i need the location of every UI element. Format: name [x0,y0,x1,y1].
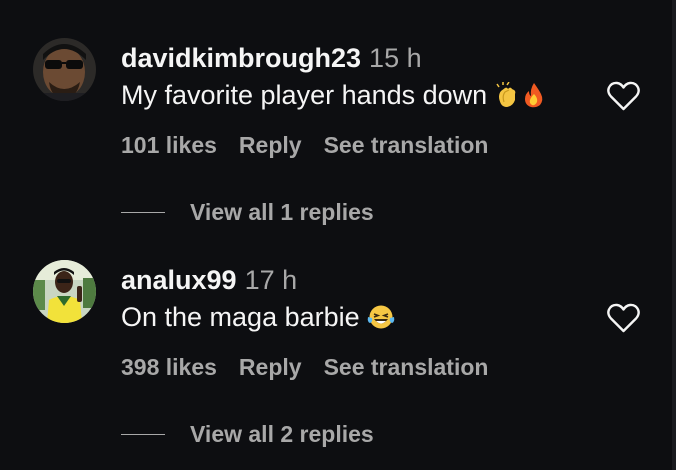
heart-outline-icon[interactable] [607,81,640,111]
replies-divider-line [121,434,165,435]
comment-actions: 398 likes Reply See translation [121,353,510,381]
comment-text: On the maga barbie [121,301,395,337]
heart-outline-icon[interactable] [607,303,640,333]
comment-header: analux99 17 h [121,264,297,296]
laughing-tears-icon [367,304,395,337]
see-translation-button[interactable]: See translation [324,132,489,158]
comment-body: On the maga barbie [121,302,360,332]
comment-body: My favorite player hands down [121,80,488,110]
likes-count[interactable]: 101 likes [121,132,217,158]
view-replies-label[interactable]: View all 2 replies [190,420,374,448]
clapping-hands-icon [495,81,521,115]
avatar[interactable] [33,260,96,323]
timestamp: 17 h [244,265,298,295]
comment-actions: 101 likes Reply See translation [121,131,510,159]
username[interactable]: davidkimbrough23 [121,43,361,73]
view-replies-label[interactable]: View all 1 replies [190,198,374,226]
likes-count[interactable]: 398 likes [121,354,217,380]
scrollbar-track[interactable] [672,0,676,470]
avatar-image [33,260,96,323]
username[interactable]: analux99 [121,265,237,295]
avatar[interactable] [33,38,96,101]
comment-header: davidkimbrough23 15 h [121,42,422,74]
comment-text: My favorite player hands down [121,79,547,115]
fire-icon [521,82,547,115]
timestamp: 15 h [369,43,422,73]
avatar-image [33,38,96,101]
see-translation-button[interactable]: See translation [324,354,489,380]
reply-button[interactable]: Reply [239,354,302,380]
replies-divider-line [121,212,165,213]
reply-button[interactable]: Reply [239,132,302,158]
